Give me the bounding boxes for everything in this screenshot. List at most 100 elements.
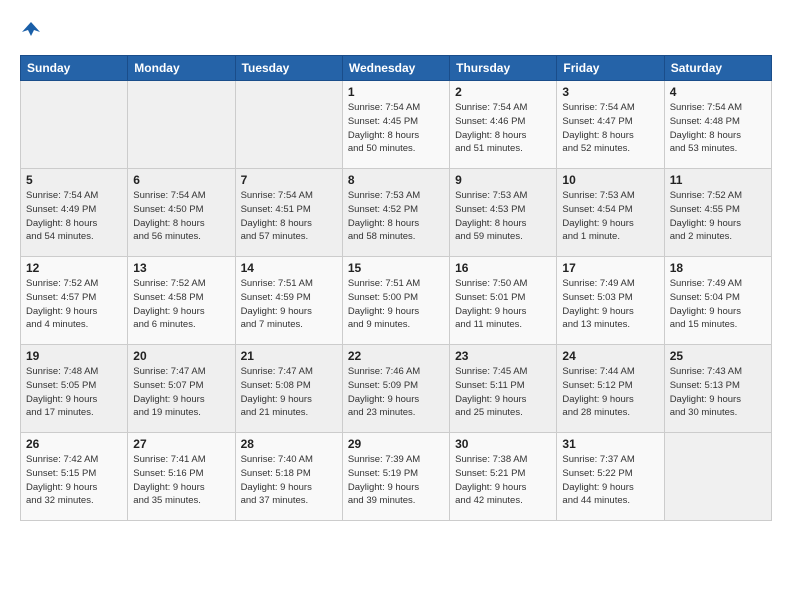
day-info: Sunrise: 7:52 AM Sunset: 4:57 PM Dayligh… bbox=[26, 277, 122, 332]
day-number: 15 bbox=[348, 261, 444, 275]
weekday-header-row: SundayMondayTuesdayWednesdayThursdayFrid… bbox=[21, 56, 772, 81]
calendar-cell: 30 Sunrise: 7:38 AM Sunset: 5:21 PM Dayli… bbox=[450, 433, 557, 521]
day-number: 31 bbox=[562, 437, 658, 451]
day-info: Sunrise: 7:41 AM Sunset: 5:16 PM Dayligh… bbox=[133, 453, 229, 508]
day-info: Sunrise: 7:50 AM Sunset: 5:01 PM Dayligh… bbox=[455, 277, 551, 332]
day-number: 8 bbox=[348, 173, 444, 187]
day-number: 21 bbox=[241, 349, 337, 363]
calendar-cell: 15 Sunrise: 7:51 AM Sunset: 5:00 PM Dayli… bbox=[342, 257, 449, 345]
day-number: 1 bbox=[348, 85, 444, 99]
day-info: Sunrise: 7:45 AM Sunset: 5:11 PM Dayligh… bbox=[455, 365, 551, 420]
weekday-header-saturday: Saturday bbox=[664, 56, 771, 81]
day-info: Sunrise: 7:44 AM Sunset: 5:12 PM Dayligh… bbox=[562, 365, 658, 420]
calendar-cell bbox=[21, 81, 128, 169]
page: SundayMondayTuesdayWednesdayThursdayFrid… bbox=[0, 0, 792, 612]
day-info: Sunrise: 7:54 AM Sunset: 4:45 PM Dayligh… bbox=[348, 101, 444, 156]
calendar-cell: 27 Sunrise: 7:41 AM Sunset: 5:16 PM Dayli… bbox=[128, 433, 235, 521]
weekday-header-wednesday: Wednesday bbox=[342, 56, 449, 81]
calendar-cell: 2 Sunrise: 7:54 AM Sunset: 4:46 PM Daylig… bbox=[450, 81, 557, 169]
day-number: 4 bbox=[670, 85, 766, 99]
calendar-cell: 5 Sunrise: 7:54 AM Sunset: 4:49 PM Daylig… bbox=[21, 169, 128, 257]
day-number: 30 bbox=[455, 437, 551, 451]
calendar-cell: 31 Sunrise: 7:37 AM Sunset: 5:22 PM Dayli… bbox=[557, 433, 664, 521]
day-number: 19 bbox=[26, 349, 122, 363]
week-row-3: 12 Sunrise: 7:52 AM Sunset: 4:57 PM Dayli… bbox=[21, 257, 772, 345]
day-number: 6 bbox=[133, 173, 229, 187]
calendar-cell bbox=[235, 81, 342, 169]
calendar-cell: 29 Sunrise: 7:39 AM Sunset: 5:19 PM Dayli… bbox=[342, 433, 449, 521]
day-info: Sunrise: 7:37 AM Sunset: 5:22 PM Dayligh… bbox=[562, 453, 658, 508]
day-info: Sunrise: 7:54 AM Sunset: 4:49 PM Dayligh… bbox=[26, 189, 122, 244]
logo-bird-icon bbox=[20, 18, 42, 45]
day-info: Sunrise: 7:42 AM Sunset: 5:15 PM Dayligh… bbox=[26, 453, 122, 508]
day-number: 14 bbox=[241, 261, 337, 275]
calendar-cell: 9 Sunrise: 7:53 AM Sunset: 4:53 PM Daylig… bbox=[450, 169, 557, 257]
calendar-cell: 17 Sunrise: 7:49 AM Sunset: 5:03 PM Dayli… bbox=[557, 257, 664, 345]
calendar-cell: 24Sunrise: 7:44 AM Sunset: 5:12 PM Dayli… bbox=[557, 345, 664, 433]
calendar-cell: 14 Sunrise: 7:51 AM Sunset: 4:59 PM Dayli… bbox=[235, 257, 342, 345]
day-info: Sunrise: 7:54 AM Sunset: 4:50 PM Dayligh… bbox=[133, 189, 229, 244]
day-number: 29 bbox=[348, 437, 444, 451]
day-number: 13 bbox=[133, 261, 229, 275]
weekday-header-thursday: Thursday bbox=[450, 56, 557, 81]
day-info: Sunrise: 7:54 AM Sunset: 4:48 PM Dayligh… bbox=[670, 101, 766, 156]
day-number: 23 bbox=[455, 349, 551, 363]
day-info: Sunrise: 7:49 AM Sunset: 5:03 PM Dayligh… bbox=[562, 277, 658, 332]
calendar-cell bbox=[128, 81, 235, 169]
day-number: 12 bbox=[26, 261, 122, 275]
day-number: 5 bbox=[26, 173, 122, 187]
day-info: Sunrise: 7:40 AM Sunset: 5:18 PM Dayligh… bbox=[241, 453, 337, 508]
day-info: Sunrise: 7:46 AM Sunset: 5:09 PM Dayligh… bbox=[348, 365, 444, 420]
day-number: 20 bbox=[133, 349, 229, 363]
calendar-cell: 3Sunrise: 7:54 AM Sunset: 4:47 PM Daylig… bbox=[557, 81, 664, 169]
calendar-cell: 18 Sunrise: 7:49 AM Sunset: 5:04 PM Dayli… bbox=[664, 257, 771, 345]
calendar-table: SundayMondayTuesdayWednesdayThursdayFrid… bbox=[20, 55, 772, 521]
weekday-header-monday: Monday bbox=[128, 56, 235, 81]
logo bbox=[20, 18, 42, 45]
header bbox=[20, 18, 772, 45]
day-number: 26 bbox=[26, 437, 122, 451]
day-info: Sunrise: 7:49 AM Sunset: 5:04 PM Dayligh… bbox=[670, 277, 766, 332]
day-info: Sunrise: 7:43 AM Sunset: 5:13 PM Dayligh… bbox=[670, 365, 766, 420]
weekday-header-friday: Friday bbox=[557, 56, 664, 81]
calendar-cell: 4 Sunrise: 7:54 AM Sunset: 4:48 PM Daylig… bbox=[664, 81, 771, 169]
calendar-body: 1 Sunrise: 7:54 AM Sunset: 4:45 PM Daylig… bbox=[21, 81, 772, 521]
day-info: Sunrise: 7:51 AM Sunset: 4:59 PM Dayligh… bbox=[241, 277, 337, 332]
day-number: 22 bbox=[348, 349, 444, 363]
day-number: 11 bbox=[670, 173, 766, 187]
day-info: Sunrise: 7:54 AM Sunset: 4:46 PM Dayligh… bbox=[455, 101, 551, 156]
day-info: Sunrise: 7:51 AM Sunset: 5:00 PM Dayligh… bbox=[348, 277, 444, 332]
calendar-cell: 13 Sunrise: 7:52 AM Sunset: 4:58 PM Dayli… bbox=[128, 257, 235, 345]
calendar-cell: 1 Sunrise: 7:54 AM Sunset: 4:45 PM Daylig… bbox=[342, 81, 449, 169]
day-number: 2 bbox=[455, 85, 551, 99]
week-row-2: 5 Sunrise: 7:54 AM Sunset: 4:49 PM Daylig… bbox=[21, 169, 772, 257]
day-number: 9 bbox=[455, 173, 551, 187]
calendar-cell: 23 Sunrise: 7:45 AM Sunset: 5:11 PM Dayli… bbox=[450, 345, 557, 433]
day-info: Sunrise: 7:38 AM Sunset: 5:21 PM Dayligh… bbox=[455, 453, 551, 508]
calendar-cell: 19 Sunrise: 7:48 AM Sunset: 5:05 PM Dayli… bbox=[21, 345, 128, 433]
day-info: Sunrise: 7:53 AM Sunset: 4:54 PM Dayligh… bbox=[562, 189, 658, 244]
calendar-cell: 26 Sunrise: 7:42 AM Sunset: 5:15 PM Dayli… bbox=[21, 433, 128, 521]
day-number: 3 bbox=[562, 85, 658, 99]
day-number: 18 bbox=[670, 261, 766, 275]
calendar-cell: 20Sunrise: 7:47 AM Sunset: 5:07 PM Dayli… bbox=[128, 345, 235, 433]
calendar-cell bbox=[664, 433, 771, 521]
day-info: Sunrise: 7:39 AM Sunset: 5:19 PM Dayligh… bbox=[348, 453, 444, 508]
week-row-5: 26 Sunrise: 7:42 AM Sunset: 5:15 PM Dayli… bbox=[21, 433, 772, 521]
calendar-cell: 22 Sunrise: 7:46 AM Sunset: 5:09 PM Dayli… bbox=[342, 345, 449, 433]
day-number: 28 bbox=[241, 437, 337, 451]
day-info: Sunrise: 7:48 AM Sunset: 5:05 PM Dayligh… bbox=[26, 365, 122, 420]
day-number: 16 bbox=[455, 261, 551, 275]
calendar-cell: 28 Sunrise: 7:40 AM Sunset: 5:18 PM Dayli… bbox=[235, 433, 342, 521]
day-info: Sunrise: 7:54 AM Sunset: 4:51 PM Dayligh… bbox=[241, 189, 337, 244]
calendar-cell: 8Sunrise: 7:53 AM Sunset: 4:52 PM Daylig… bbox=[342, 169, 449, 257]
calendar-cell: 10Sunrise: 7:53 AM Sunset: 4:54 PM Dayli… bbox=[557, 169, 664, 257]
week-row-1: 1 Sunrise: 7:54 AM Sunset: 4:45 PM Daylig… bbox=[21, 81, 772, 169]
day-number: 25 bbox=[670, 349, 766, 363]
calendar-cell: 16 Sunrise: 7:50 AM Sunset: 5:01 PM Dayli… bbox=[450, 257, 557, 345]
day-info: Sunrise: 7:52 AM Sunset: 4:58 PM Dayligh… bbox=[133, 277, 229, 332]
day-number: 27 bbox=[133, 437, 229, 451]
day-number: 7 bbox=[241, 173, 337, 187]
day-info: Sunrise: 7:53 AM Sunset: 4:53 PM Dayligh… bbox=[455, 189, 551, 244]
day-number: 17 bbox=[562, 261, 658, 275]
